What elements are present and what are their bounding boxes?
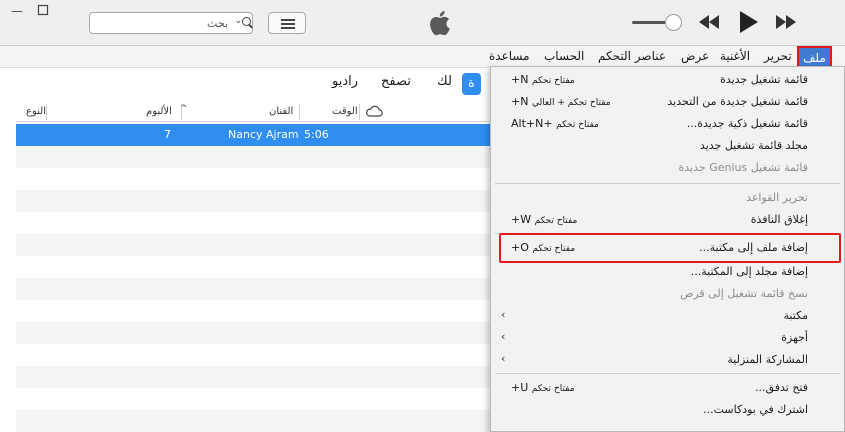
menu-item-shortcut: +W مفتاح تحكم [511, 213, 578, 226]
menu-item-label: قائمة تشغيل جديدة من التحديد [667, 95, 808, 108]
column-type[interactable]: النوع [26, 106, 46, 117]
file-menu-dropdown: قائمة تشغيل جديدة +N مفتاح تحكم قائمة تش… [490, 66, 845, 432]
volume-knob[interactable] [665, 14, 682, 31]
cell-time: 5:06 [304, 128, 329, 141]
column-time[interactable]: الوقت [332, 106, 358, 117]
chevron-left-icon: ‹ [501, 308, 506, 321]
play-icon[interactable] [738, 9, 760, 38]
title-bar: — بحث ⌄ [0, 0, 845, 46]
chevron-left-icon: ‹ [501, 330, 506, 343]
list-view-icon[interactable] [268, 12, 306, 34]
menu-item-home-sharing[interactable]: المشاركة المنزلية ‹ [491, 349, 844, 371]
search-icon [242, 17, 251, 26]
menu-item-new-genius-playlist: قائمة تشغيل Genius جديدة [491, 157, 844, 179]
cell-artist: Nancy Ajram [228, 128, 299, 141]
minimize-icon[interactable]: — [10, 4, 24, 18]
menu-item-label: مكتبة [783, 309, 808, 322]
tab-library[interactable]: ة [462, 73, 481, 95]
menu-item-label: قائمة تشغيل جديدة [720, 73, 808, 86]
chevron-left-icon: ‹ [501, 352, 506, 365]
maximize-icon[interactable] [36, 4, 50, 18]
menu-item-new-smart-playlist[interactable]: قائمة تشغيل ذكية جديدة... Alt+N+ مفتاح ت… [491, 113, 844, 135]
menu-item-open-stream[interactable]: فتح تدفق... +U مفتاح تحكم [491, 377, 844, 399]
tab-radio[interactable]: راديو [332, 74, 358, 89]
menu-item-new-playlist[interactable]: قائمة تشغيل جديدة +N مفتاح تحكم [491, 69, 844, 91]
menu-item-label: أجهزة [781, 331, 808, 344]
menu-item-label: إضافة مجلد إلى المكتبة... [690, 265, 808, 278]
menu-item-edit-rules: تحرير القواعد [491, 187, 844, 209]
menu-item-label: نسخ قائمة تشغيل إلى قرص [680, 287, 808, 300]
menu-item-label: فتح تدفق... [755, 381, 808, 394]
menu-account[interactable]: الحساب [544, 49, 584, 63]
menu-item-shortcut: +U مفتاح تحكم [511, 381, 575, 394]
menu-bar: مساعدة الحساب عناصر التحكم عرض الأغنية ت… [0, 46, 845, 68]
tab-browse[interactable]: تصفح [381, 74, 411, 89]
menu-item-label: قائمة تشغيل Genius جديدة [678, 161, 808, 174]
menu-item-label: تحرير القواعد [746, 191, 808, 204]
apple-logo [428, 9, 454, 37]
menu-item-new-playlist-from-selection[interactable]: قائمة تشغيل جديدة من التحديد +N مفتاح تح… [491, 91, 844, 113]
menu-help[interactable]: مساعدة [489, 49, 530, 63]
menu-item-label: اشترك في بودكاست... [703, 403, 808, 416]
menu-item-library[interactable]: مكتبة ‹ [491, 305, 844, 327]
menu-edit[interactable]: تحرير [764, 49, 792, 63]
menu-item-new-playlist-folder[interactable]: مجلد قائمة تشغيل جديد [491, 135, 844, 157]
menu-item-add-folder-to-library[interactable]: إضافة مجلد إلى المكتبة... [491, 261, 844, 283]
menu-item-shortcut: +N مفتاح تحكم [511, 73, 575, 86]
menu-item-label: مجلد قائمة تشغيل جديد [699, 139, 808, 152]
chevron-down-icon[interactable]: ⌄ [234, 16, 242, 26]
column-album[interactable]: الألبوم [146, 106, 172, 117]
cloud-icon[interactable] [365, 105, 383, 120]
menu-item-burn-playlist: نسخ قائمة تشغيل إلى قرص [491, 283, 844, 305]
menu-item-label: قائمة تشغيل ذكية جديدة... [686, 117, 808, 130]
search-placeholder: بحث [207, 17, 228, 30]
menu-item-label: إغلاق النافذة [750, 213, 808, 226]
menu-file[interactable]: ملف [797, 46, 832, 68]
tab-for-you[interactable]: لك [437, 74, 452, 89]
menu-item-label: المشاركة المنزلية [727, 353, 808, 366]
cell-album: 7 [164, 128, 171, 141]
menu-view[interactable]: عرض [681, 49, 709, 63]
menu-separator [495, 373, 840, 374]
menu-item-devices[interactable]: أجهزة ‹ [491, 327, 844, 349]
rewind-icon[interactable] [697, 11, 721, 36]
fast-forward-icon[interactable] [774, 11, 798, 36]
menu-controls[interactable]: عناصر التحكم [598, 49, 666, 63]
menu-item-subscribe-podcast[interactable]: اشترك في بودكاست... [491, 399, 844, 421]
menu-item-close-window[interactable]: إغلاق النافذة +W مفتاح تحكم [491, 209, 844, 231]
menu-song[interactable]: الأغنية [720, 49, 750, 63]
column-artist[interactable]: الفنان [269, 106, 293, 117]
highlight-box [499, 233, 841, 263]
search-input[interactable]: بحث ⌄ [89, 12, 253, 34]
menu-item-shortcut: +N مفتاح تحكم + العالي [511, 95, 611, 108]
menu-item-shortcut: Alt+N+ مفتاح تحكم [511, 117, 599, 130]
menu-separator [495, 183, 840, 184]
